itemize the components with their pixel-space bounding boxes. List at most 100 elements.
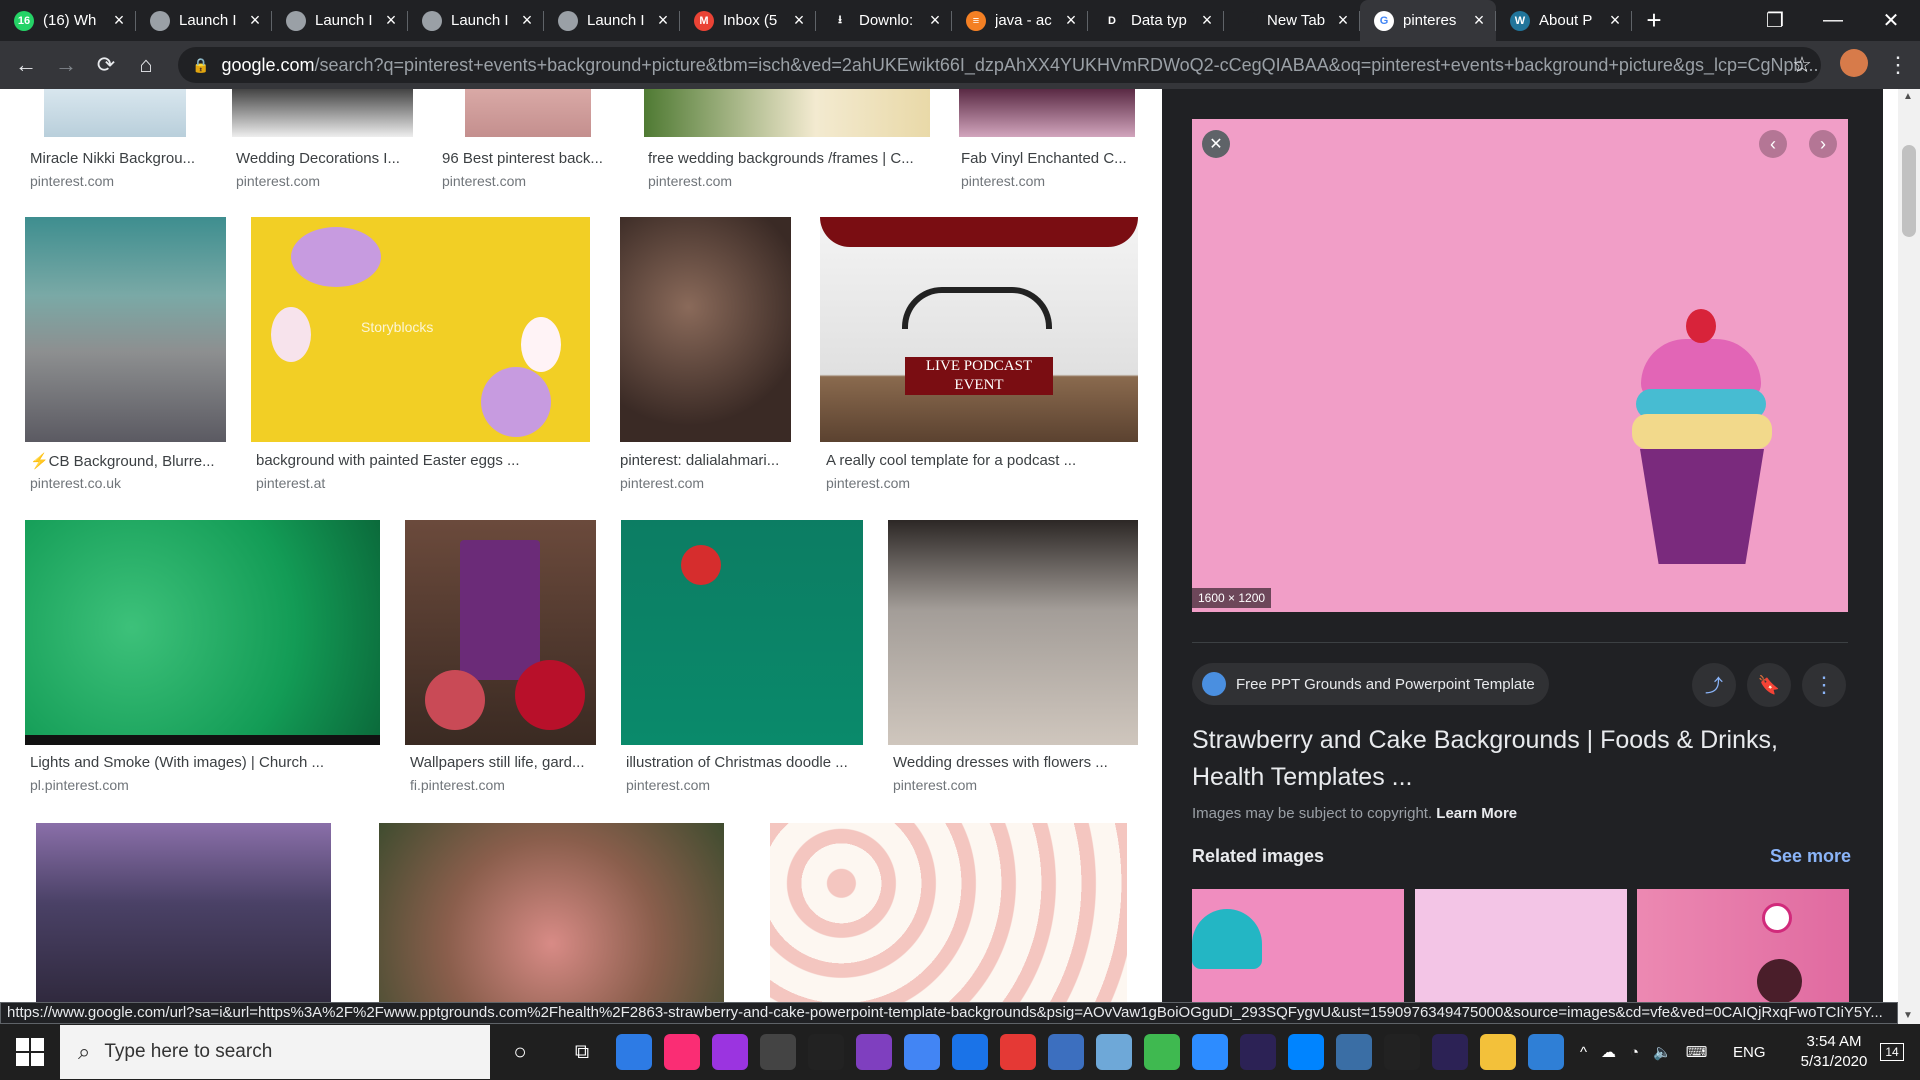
forward-button[interactable]: → (46, 45, 86, 85)
back-button[interactable]: ← (6, 45, 46, 85)
mail-icon[interactable] (616, 1034, 652, 1070)
paint3d-icon[interactable] (1096, 1034, 1132, 1070)
itunes-icon[interactable] (664, 1034, 700, 1070)
podcast-app-icon[interactable] (712, 1034, 748, 1070)
file-explorer-icon[interactable] (1480, 1034, 1516, 1070)
result-caption[interactable]: background with painted Easter eggs ... (256, 452, 586, 469)
result-thumbnail[interactable] (620, 217, 791, 442)
close-tab-icon[interactable]: × (654, 10, 672, 31)
close-tab-icon[interactable]: × (110, 10, 128, 31)
save-bookmark-icon[interactable]: 🔖 (1747, 663, 1791, 707)
browser-tab[interactable]: Launch I × (136, 0, 272, 41)
result-caption[interactable]: 96 Best pinterest back... (442, 150, 617, 167)
result-thumbnail[interactable] (621, 520, 863, 745)
language-indicator[interactable]: ENG (1733, 1024, 1766, 1080)
close-tab-icon[interactable]: × (790, 10, 808, 31)
eclipse-icon[interactable] (1240, 1034, 1276, 1070)
scrollbar-thumb[interactable] (1902, 145, 1916, 237)
screenshot-app-icon[interactable] (952, 1034, 988, 1070)
home-button[interactable]: ⌂ (126, 45, 166, 85)
arduino-icon[interactable] (1000, 1034, 1036, 1070)
close-tab-icon[interactable]: × (1334, 10, 1352, 31)
restore-button[interactable]: ❐ (1746, 0, 1804, 41)
browser-tab[interactable]: ≡ java - ac × (952, 0, 1088, 41)
menu-kebab-icon[interactable]: ⋮ (1878, 45, 1918, 85)
result-thumbnail[interactable] (25, 217, 226, 442)
result-caption[interactable]: illustration of Christmas doodle ... (626, 754, 861, 771)
preview-image[interactable] (1192, 119, 1848, 612)
learn-more-link[interactable]: Learn More (1436, 805, 1517, 822)
result-caption[interactable]: pinterest: dalialahmari... (620, 452, 795, 469)
result-thumbnail[interactable] (959, 89, 1135, 137)
result-caption[interactable]: A really cool template for a podcast ... (826, 452, 1136, 469)
scroll-down-arrow[interactable]: ▼ (1903, 1010, 1913, 1021)
close-tab-icon[interactable]: × (246, 10, 264, 31)
result-caption[interactable]: Wallpapers still life, gard... (410, 754, 595, 771)
new-tab-button[interactable]: + (1632, 0, 1676, 41)
close-preview-button[interactable]: ✕ (1202, 130, 1230, 158)
result-thumbnail[interactable]: Storyblocks (251, 217, 590, 442)
result-caption[interactable]: free wedding backgrounds /frames | C... (648, 150, 928, 167)
result-caption[interactable]: Fab Vinyl Enchanted C... (961, 150, 1136, 167)
virtualbox-icon[interactable] (1048, 1034, 1084, 1070)
eclipse-ide-icon[interactable] (1432, 1034, 1468, 1070)
address-bar[interactable]: 🔒 google.com/search?q=pinterest+events+b… (178, 47, 1821, 83)
epic-games-icon[interactable] (808, 1034, 844, 1070)
result-caption[interactable]: Lights and Smoke (With images) | Church … (30, 754, 380, 771)
avatar[interactable] (1840, 49, 1868, 77)
zoom-icon[interactable] (1192, 1034, 1228, 1070)
scroll-up-arrow[interactable]: ▲ (1903, 91, 1913, 102)
result-thumbnail[interactable] (232, 89, 413, 137)
result-thumbnail[interactable] (644, 89, 930, 137)
intellij-icon[interactable] (1384, 1034, 1420, 1070)
browser-tab[interactable]: D Data typ × (1088, 0, 1224, 41)
close-tab-icon[interactable]: × (382, 10, 400, 31)
bookmark-star-icon[interactable]: ☆ (1782, 45, 1822, 85)
browser-tab[interactable]: W About P × (1496, 0, 1632, 41)
minimize-button[interactable]: — (1804, 0, 1862, 41)
taskbar-search-box[interactable]: ⌕ Type here to search (60, 1025, 490, 1079)
keyboard-icon[interactable]: ⌨ (1686, 1043, 1708, 1061)
browser-tab[interactable]: ⭳ Downlo: × (816, 0, 952, 41)
cortana-icon[interactable]: ○ (502, 1034, 538, 1070)
chrome-icon[interactable] (904, 1034, 940, 1070)
close-tab-icon[interactable]: × (1606, 10, 1624, 31)
close-tab-icon[interactable]: × (518, 10, 536, 31)
result-thumbnail[interactable] (888, 520, 1138, 745)
preview-title[interactable]: Strawberry and Cake Backgrounds | Foods … (1192, 722, 1852, 796)
result-thumbnail[interactable] (770, 823, 1127, 1024)
previous-image-button[interactable]: ‹ (1759, 130, 1787, 158)
netbeans-icon[interactable] (1336, 1034, 1372, 1070)
result-caption[interactable]: Miracle Nikki Backgrou... (30, 150, 205, 167)
result-thumbnail[interactable] (36, 823, 331, 1024)
result-thumbnail[interactable] (44, 89, 186, 137)
volume-icon[interactable]: 🔈 (1653, 1043, 1672, 1061)
result-thumbnail[interactable]: LIVE PODCAST EVENT (820, 217, 1138, 442)
browser-tab[interactable]: Launch I × (408, 0, 544, 41)
photos-icon[interactable] (1528, 1034, 1564, 1070)
result-thumbnail[interactable] (379, 823, 724, 1024)
close-tab-icon[interactable]: × (1470, 10, 1488, 31)
reload-button[interactable]: ⟳ (86, 45, 126, 85)
visual-studio-icon[interactable] (856, 1034, 892, 1070)
result-thumbnail[interactable] (465, 89, 591, 137)
chevron-up-icon[interactable]: ^ (1580, 1044, 1587, 1061)
unity-icon[interactable] (760, 1034, 796, 1070)
browser-tab[interactable]: Launch I × (272, 0, 408, 41)
more-options-icon[interactable]: ⋮ (1802, 663, 1846, 707)
result-caption[interactable]: ⚡CB Background, Blurre... (30, 452, 220, 470)
messenger-icon[interactable] (1288, 1034, 1324, 1070)
source-site-chip[interactable]: Free PPT Grounds and Powerpoint Template (1192, 663, 1549, 705)
github-desktop-icon[interactable] (1144, 1034, 1180, 1070)
result-caption[interactable]: Wedding dresses with flowers ... (893, 754, 1138, 771)
browser-tab[interactable]: M Inbox (5 × (680, 0, 816, 41)
browser-tab[interactable]: New Tab × (1224, 0, 1360, 41)
windows-start-icon[interactable] (16, 1038, 44, 1066)
close-window-button[interactable]: ✕ (1862, 0, 1920, 41)
task-view-icon[interactable]: ⧉ (564, 1034, 600, 1070)
page-scrollbar[interactable]: ▲ ▼ (1898, 89, 1920, 1024)
share-icon[interactable]: ⤴ (1692, 663, 1736, 707)
next-image-button[interactable]: › (1809, 130, 1837, 158)
browser-tab[interactable]: 16 (16) Wh × (0, 0, 136, 41)
clock[interactable]: 3:54 AM 5/31/2020 (1784, 1024, 1884, 1080)
